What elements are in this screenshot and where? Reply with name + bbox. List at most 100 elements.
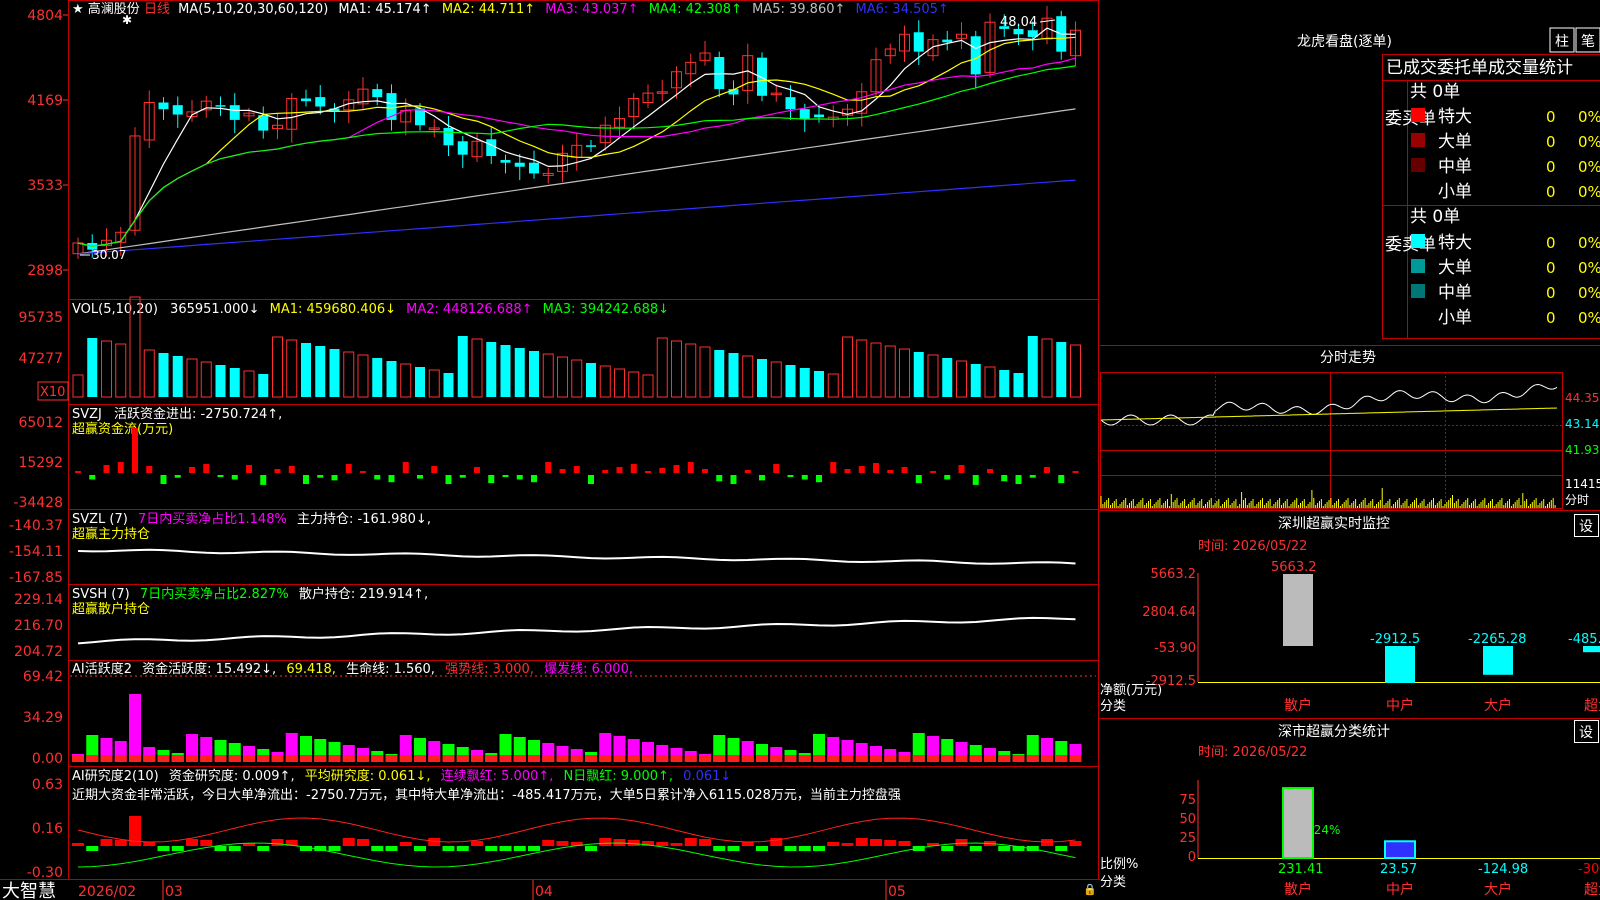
candle-body — [970, 36, 981, 75]
volume-bar — [628, 371, 640, 398]
y-tick-marks — [63, 14, 68, 271]
monitor-settings-button[interactable]: 设 — [1579, 519, 1593, 535]
fenshi-average-line — [1100, 407, 1558, 421]
flow-bar — [972, 475, 979, 485]
volume-bar — [87, 338, 98, 397]
y-tick: 50 — [1179, 812, 1196, 827]
classify-unit: 比例% — [1100, 857, 1138, 872]
row-name: 中单 — [1438, 157, 1472, 177]
category-label: 超大 — [1584, 882, 1600, 898]
stock-title-line: ★ 高澜股份 日线 MA(5,10,20,30,60,120) MA1: 45.… — [72, 1, 949, 17]
volume-bar — [1027, 336, 1038, 397]
flow-bar — [1072, 471, 1079, 473]
flow-bar — [702, 469, 708, 473]
ai-active-burst: 爆发线: 6.000, — [544, 661, 633, 677]
classify-unit-2: 分类 — [1100, 875, 1126, 890]
activity-base — [72, 755, 84, 762]
sell-total: 共 0单 — [1410, 207, 1460, 227]
volume-bar — [400, 363, 412, 398]
volume-bar — [799, 368, 810, 397]
ma1-value: MA1: 45.174↑ — [338, 2, 431, 17]
stroke-mode-button[interactable]: 笔 — [1581, 34, 1595, 50]
flow-bar — [303, 475, 309, 484]
candle-body — [785, 97, 796, 110]
candle-body — [500, 160, 511, 163]
flow-bar — [645, 471, 651, 473]
svsh-ratio: 7日内买卖净占比2.827% — [140, 586, 289, 602]
main-chart-area[interactable]: 4804 4169 3533 2898 ★ 高澜股份 日线 MA(5,10,20… — [0, 0, 1100, 900]
svsh-line — [77, 616, 1076, 645]
y-tick: 2804.64 — [1142, 605, 1196, 620]
volume-bar — [999, 370, 1010, 397]
flow-bar — [930, 471, 936, 473]
monitor-panel: 深圳超赢实时监控 设 时间: 2026/05/22 5663.2 2804.64… — [1100, 514, 1600, 714]
activity-base — [414, 755, 426, 762]
volume-bar — [115, 343, 127, 398]
activity-base — [855, 755, 868, 762]
sell-side-label: 委卖单 — [1385, 235, 1436, 255]
flow-bar — [246, 465, 252, 473]
column-mode-button[interactable]: 柱 — [1555, 34, 1569, 50]
ai-research-y-axis: 0.63 0.16 -0.30 — [27, 777, 63, 881]
activity-base — [642, 755, 654, 762]
ai-research-last: 0.061↓ — [683, 769, 731, 784]
research-bar — [556, 841, 569, 846]
svzj-bars — [75, 428, 1079, 485]
research-bar — [1069, 841, 1082, 846]
activity-base — [699, 755, 711, 762]
candle-body — [415, 108, 425, 126]
row-value: 0 — [1546, 234, 1556, 252]
research-bar — [599, 838, 612, 846]
svzj-label: SVZJ — [72, 407, 102, 422]
activity-base — [129, 755, 141, 762]
lock-icon[interactable]: 🔒 — [1083, 883, 1097, 896]
research-bar — [955, 839, 968, 846]
ai-research-title: 资金研究度: 0.009↑, — [169, 768, 295, 784]
row-name: 大单 — [1438, 132, 1472, 152]
row-percent: 0% — [1578, 183, 1600, 201]
volume-bar — [557, 356, 568, 398]
flow-bar — [759, 475, 765, 481]
row-name: 特大 — [1438, 107, 1472, 127]
row-value: 0 — [1546, 133, 1556, 151]
ma-line — [77, 108, 1076, 255]
classify-settings-button[interactable]: 设 — [1579, 725, 1593, 741]
y-tick: 25 — [1179, 831, 1196, 846]
flow-bar — [1001, 475, 1008, 482]
research-bar — [442, 846, 455, 851]
research-bar — [257, 846, 270, 851]
activity-base — [456, 755, 469, 762]
category-label: 中户 — [1386, 881, 1414, 898]
date-label: 04 — [535, 884, 553, 900]
classify-y-axis: 75 50 25 0 — [1179, 793, 1196, 865]
svsh-title: 散户持仓: 219.914↑, — [299, 586, 428, 602]
activity-base — [570, 755, 583, 762]
activity-base — [342, 755, 355, 762]
ratio-value: 23.57 — [1380, 862, 1417, 877]
volume-bar — [685, 343, 697, 398]
research-bar — [827, 842, 840, 846]
activity-base — [314, 755, 327, 762]
flow-bar — [374, 475, 381, 480]
volume-bar — [785, 365, 796, 397]
y-tick: 34.29 — [23, 710, 63, 726]
research-bar — [870, 839, 882, 846]
flow-bar — [816, 475, 822, 483]
activity-base — [171, 755, 184, 762]
svsh-subtitle: 超赢散户持仓 — [72, 601, 150, 617]
monitor-title: 深圳超赢实时监控 — [1278, 515, 1390, 532]
candle-body — [229, 105, 240, 120]
flow-bar — [944, 475, 951, 480]
activity-base — [613, 755, 626, 762]
fenshi-panel[interactable]: 分时走势 44.35 43.14 41.93 11415 分时 — [1100, 350, 1600, 509]
activity-base — [713, 755, 726, 762]
y-tick: 3533 — [27, 178, 63, 194]
candle-body — [586, 145, 596, 147]
research-bar — [585, 846, 597, 851]
volume-bar — [529, 351, 539, 397]
research-bar — [855, 838, 868, 846]
candle-body — [913, 32, 924, 52]
y-tick: 5663.2 — [1151, 567, 1197, 582]
volume-bar — [286, 339, 298, 398]
svzl-line — [77, 548, 1076, 565]
